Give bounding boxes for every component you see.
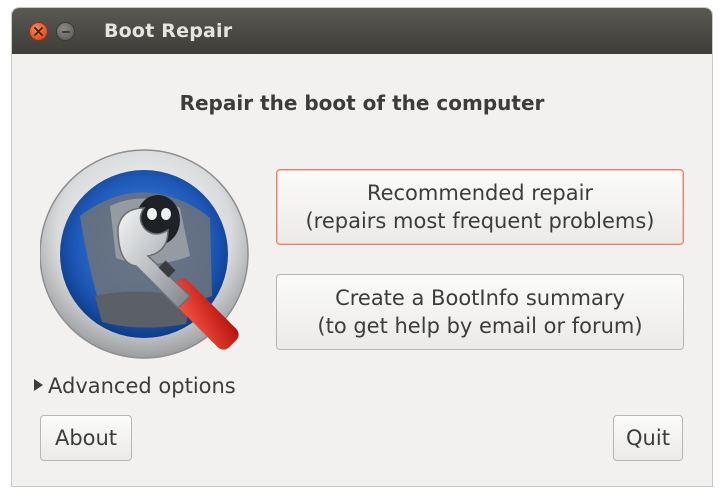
bootinfo-summary-sublabel: (to get help by email or forum) <box>317 314 643 338</box>
recommended-repair-button[interactable]: Recommended repair (repairs most frequen… <box>276 169 684 245</box>
close-icon <box>34 27 43 36</box>
minimize-window-button[interactable] <box>56 22 75 41</box>
advanced-options-expander[interactable]: Advanced options <box>34 374 236 398</box>
title-bar[interactable]: Boot Repair <box>12 8 712 54</box>
advanced-options-label: Advanced options <box>48 374 236 398</box>
recommended-repair-sublabel: (repairs most frequent problems) <box>305 209 655 233</box>
boot-repair-window: Boot Repair Repair the boot of the compu… <box>12 8 712 486</box>
quit-button[interactable]: Quit <box>613 415 683 461</box>
bootinfo-summary-label: Create a BootInfo summary <box>335 286 625 310</box>
expander-triangle-icon <box>34 379 43 391</box>
bootinfo-summary-button[interactable]: Create a BootInfo summary (to get help b… <box>276 274 684 350</box>
recommended-repair-label: Recommended repair <box>366 181 594 205</box>
close-window-button[interactable] <box>29 22 48 41</box>
page-heading: Repair the boot of the computer <box>179 91 545 115</box>
window-title: Boot Repair <box>104 20 233 42</box>
about-button[interactable]: About <box>40 415 132 461</box>
boot-repair-logo-icon <box>40 149 249 359</box>
minimize-icon <box>62 31 70 33</box>
